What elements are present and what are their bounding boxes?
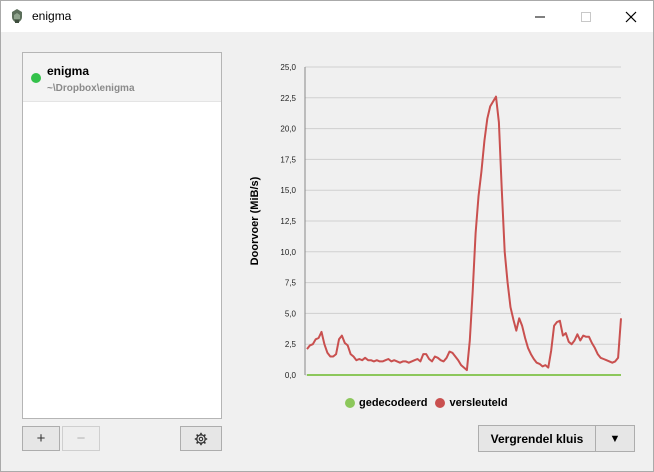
vault-path: ~\Dropbox\enigma: [47, 83, 135, 94]
maximize-button[interactable]: [563, 1, 609, 32]
legend-item-decrypted: gedecodeerd: [345, 397, 427, 409]
minimize-button[interactable]: [517, 1, 563, 32]
chart-series: [306, 95, 622, 376]
close-button[interactable]: [608, 1, 654, 32]
window-title: enigma: [32, 9, 72, 23]
chart-grid: [304, 66, 621, 376]
legend-dot-decrypted: [345, 398, 355, 408]
chevron-down-icon: ▼: [609, 432, 621, 445]
chart-y-tick-label: 0,0: [285, 371, 297, 380]
chart-y-tick-label: 5,0: [285, 309, 297, 318]
chart-y-tick-label: 17,5: [280, 155, 296, 164]
chart-y-ticks: 0,0 2,5 5,0 7,5 10,0 12,5 15,0 17,5 20,0 22,5 25,0: [280, 63, 296, 380]
chart-y-tick-label: 10,0: [280, 248, 296, 257]
chart-series-line-versleuteld: [306, 95, 622, 372]
legend-label-decrypted: gedecodeerd: [359, 397, 428, 409]
title-bar[interactable]: enigma: [1, 1, 653, 32]
throughput-chart: 0,0 2,5 5,0 7,5 10,0 12,5 15,0 17,5 20,0 22,5 25,0…: [249, 63, 622, 380]
chart-y-tick-label: 12,5: [280, 217, 296, 226]
remove-vault-button[interactable]: −: [62, 426, 100, 451]
close-icon: [625, 11, 637, 22]
lock-vault-button[interactable]: Vergrendel kluis: [478, 425, 596, 452]
vault-list[interactable]: enigma ~\Dropbox\enigma: [22, 52, 222, 419]
chart-y-tick-label: 20,0: [280, 125, 296, 134]
legend-dot-encrypted: [435, 398, 446, 408]
chart-y-tick-label: 2,5: [285, 340, 297, 349]
settings-button[interactable]: [180, 426, 222, 451]
lock-options-dropdown[interactable]: ▼: [595, 425, 635, 452]
gear-icon: [194, 432, 208, 445]
maximize-icon: [581, 11, 591, 22]
vault-list-item[interactable]: enigma ~\Dropbox\enigma: [23, 53, 221, 102]
chart-legend: gedecodeerd versleuteld: [345, 395, 516, 411]
legend-item-encrypted: versleuteld: [435, 397, 508, 409]
chart-y-tick-label: 25,0: [280, 63, 296, 72]
chart-y-tick-label: 7,5: [285, 279, 297, 288]
chart-y-tick-label: 22,5: [280, 94, 296, 103]
legend-label-encrypted: versleuteld: [449, 397, 508, 409]
chart-y-tick-label: 15,0: [280, 186, 296, 195]
vault-status-dot: [31, 73, 41, 83]
app-logo-icon: [9, 8, 25, 24]
add-vault-button[interactable]: +: [22, 426, 60, 451]
chart-y-axis-label: Doorvoer (MiB/s): [249, 176, 261, 265]
app-window: enigma enigma ~\Dropbox\enigma + − 0,0 2…: [0, 0, 654, 472]
vault-name: enigma: [47, 64, 90, 78]
minimize-icon: [535, 16, 545, 17]
